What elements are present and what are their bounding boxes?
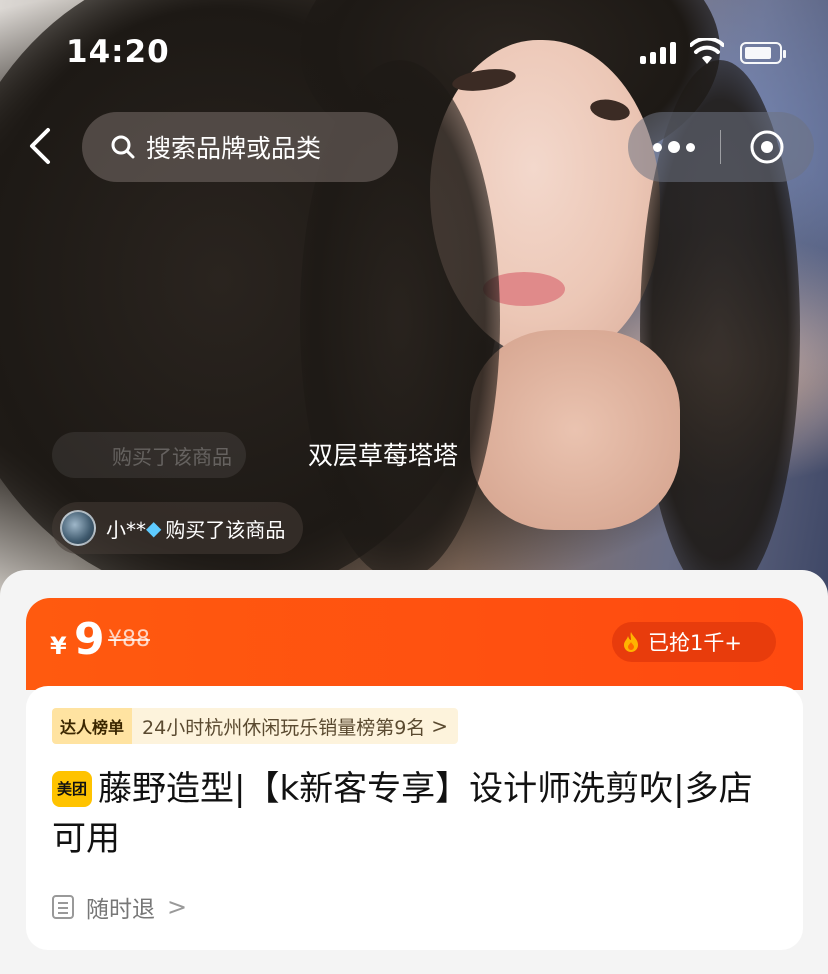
close-target-icon[interactable] [721,129,813,165]
back-arrow-icon[interactable] [22,126,62,166]
price-currency: ¥ [50,632,67,660]
wifi-icon [690,38,724,64]
refund-label: 随时退 [86,897,155,923]
search-icon [111,135,135,159]
search-bar[interactable]: 搜索品牌或品类 [82,112,398,182]
sold-count-badge: 已抢1千+ [612,622,776,662]
document-icon [52,895,74,919]
sold-count-text: 已抢1千+ [648,631,742,655]
ticker-faded-text: 购买了该商品 [112,444,232,469]
refund-policy[interactable]: 随时退 > [52,890,187,924]
ranking-banner[interactable]: 达人榜单 24小时杭州休闲玩乐销量榜第9名 > [52,708,459,744]
product-title: 美团 藤野造型|【k新客专享】设计师洗剪吹|多店可用 [52,764,772,864]
product-title-text: 藤野造型|【k新客专享】设计师洗剪吹|多店可用 [52,769,753,859]
original-price: ¥88 [108,627,150,652]
status-time: 14:20 [66,34,170,70]
ticker-user: 小** [106,517,146,542]
chevron-right-icon: > [431,714,449,738]
more-icon[interactable] [628,141,720,153]
fire-icon [624,632,638,652]
ranking-text-wrap: 24小时杭州休闲玩乐销量榜第9名 > [132,708,459,744]
miniprogram-capsule [628,112,814,182]
ranking-text: 24小时杭州休闲玩乐销量榜第9名 [142,716,426,739]
chevron-right-icon: > [167,893,188,921]
status-bar: 14:20 [0,0,828,100]
meituan-badge: 美团 [52,771,92,807]
search-placeholder: 搜索品牌或品类 [146,134,322,163]
image-caption: 双层草莓塔塔 [308,441,459,470]
purchase-ticker-faded: 购买了该商品 [52,432,246,478]
battery-icon [740,42,786,64]
purchase-ticker: 小** ◆ 购买了该商品 [52,502,304,554]
avatar [60,510,96,546]
ranking-tag: 达人榜单 [52,708,133,744]
price-value: 9 [74,614,105,665]
ticker-action: 购买了该商品 [165,517,286,542]
cellular-signal-icon [640,40,676,64]
diamond-icon: ◆ [146,516,162,540]
